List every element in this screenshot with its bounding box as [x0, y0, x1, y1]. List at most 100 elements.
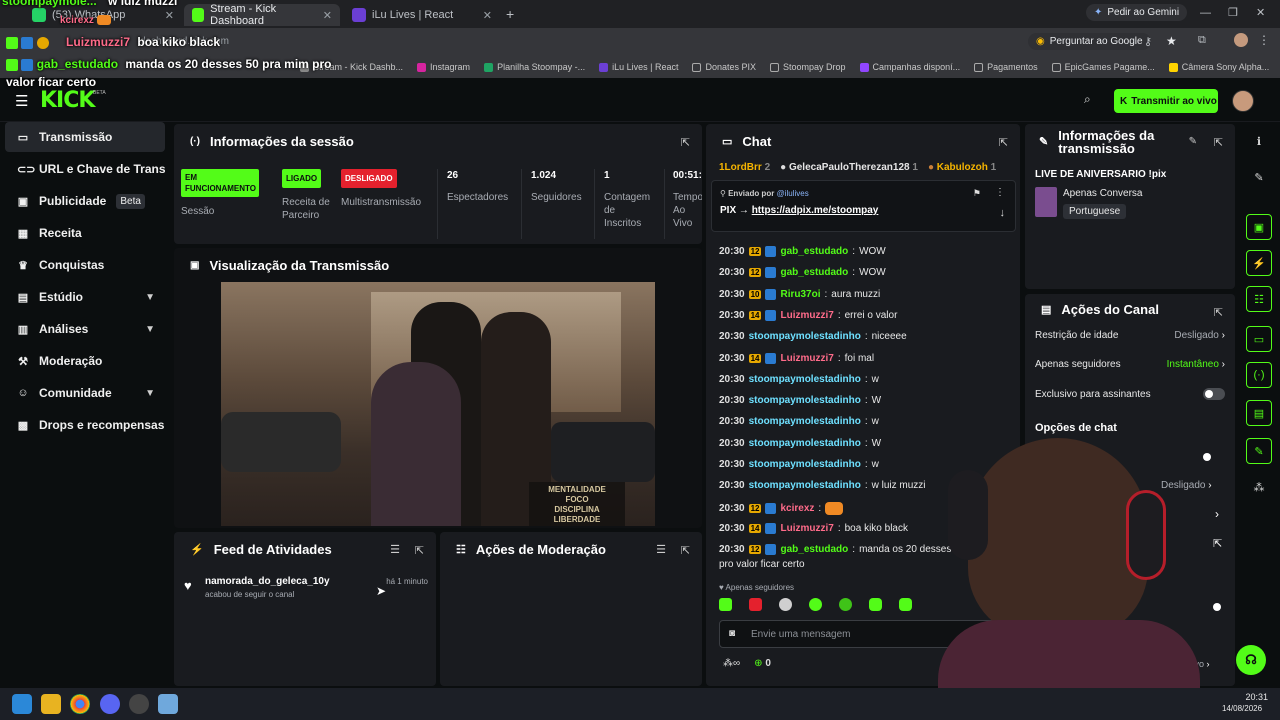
emote-icon[interactable] — [719, 598, 732, 611]
close-icon[interactable]: ✕ — [483, 9, 492, 22]
search-icon[interactable]: ⌕ — [1084, 92, 1091, 107]
activity-user[interactable]: namorada_do_geleca_10y — [205, 576, 330, 587]
minimize-icon[interactable]: — — [1200, 7, 1211, 19]
system-clock[interactable]: 20:31 — [1236, 692, 1268, 703]
bookmark-campanhas[interactable]: Campanhas disponí... — [859, 62, 960, 72]
chat-username[interactable]: Riru37oi — [780, 289, 820, 300]
close-window-icon[interactable]: ✕ — [1256, 6, 1265, 19]
menu-kebab-icon[interactable]: ⋮ — [1258, 33, 1270, 47]
popout-icon[interactable]: ⇱ — [681, 136, 690, 149]
arrow-down-icon[interactable]: ↓ — [1000, 207, 1006, 219]
gifter-item[interactable]: ● GelecaPauloTherezan128 1 — [780, 162, 918, 173]
bookmark-donates[interactable]: Donates PIX — [692, 62, 756, 72]
sidebar-item-drops[interactable]: ▩ Drops e recompensas — [5, 410, 165, 440]
chat-username[interactable]: gab_estudado — [780, 267, 848, 278]
sidebar-item-url-chave[interactable]: ⊂⊃ URL e Chave de Transmissão — [5, 154, 165, 184]
chat-username[interactable]: stoompaymolestadinho — [749, 331, 861, 342]
sidebar-item-comunidade[interactable]: ☺ Comunidade ▼ — [5, 378, 165, 408]
chevron-right-icon[interactable]: › — [1215, 507, 1219, 521]
more-tools-icon[interactable]: ⁂ — [1246, 474, 1272, 500]
password-key-icon[interactable]: ⚷ — [1144, 35, 1152, 48]
sidebar-item-conquistas[interactable]: ♛ Conquistas — [5, 250, 165, 280]
gifter-item[interactable]: ● Kabulozoh 1 — [928, 162, 996, 173]
ask-google-button[interactable]: ◉ Perguntar ao Google — [1028, 33, 1151, 50]
broadcast-signal-icon[interactable]: (·) — [1246, 362, 1272, 388]
sidebar-item-analises[interactable]: ▥ Análises ▼ — [5, 314, 165, 344]
settings-icon[interactable]: ⁂∞ — [723, 658, 740, 669]
obs-icon[interactable] — [129, 694, 149, 714]
setting-row-idade[interactable]: Restrição de idade Desligado › — [1035, 330, 1225, 341]
profile-avatar[interactable] — [1234, 33, 1248, 47]
windows-start-icon[interactable] — [12, 694, 32, 714]
chat-username[interactable]: gab_estudado — [780, 544, 848, 555]
bookmark-camera[interactable]: Câmera Sony Alpha... — [1168, 62, 1269, 72]
points-display[interactable]: ⊕ 0 — [754, 658, 771, 669]
emote-icon[interactable] — [839, 598, 852, 611]
popout-icon[interactable]: ⇱ — [1214, 136, 1223, 149]
pinned-by-user[interactable]: @ilulives — [777, 189, 809, 198]
popout-icon[interactable]: ⇱ — [681, 544, 690, 557]
subscribers-only-toggle[interactable] — [1203, 388, 1225, 400]
filter-icon[interactable]: ☰ — [656, 543, 666, 556]
emote-icon[interactable] — [749, 598, 762, 611]
list-icon[interactable]: ☷ — [1246, 286, 1272, 312]
gemini-button[interactable]: ✦ Pedir ao Gemini — [1086, 4, 1188, 21]
popout-icon[interactable]: ⇱ — [415, 544, 424, 557]
chat-username[interactable]: stoompaymolestadinho — [749, 374, 861, 385]
chat-username[interactable]: kcirexz — [780, 503, 814, 514]
sidebar-item-transmissao[interactable]: ▭ Transmissão — [5, 122, 165, 152]
emote-icon[interactable] — [779, 598, 792, 611]
bookmark-epic[interactable]: EpicGames Pagame... — [1051, 62, 1155, 72]
chat-username[interactable]: stoompaymolestadinho — [749, 459, 861, 470]
sidebar-item-publicidade[interactable]: ▣ Publicidade Beta — [5, 186, 165, 216]
popout-icon[interactable]: ⇱ — [999, 136, 1008, 149]
edit-icon[interactable]: ✎ — [1246, 164, 1272, 190]
sidebar-item-estudio[interactable]: ▤ Estúdio ▼ — [5, 282, 165, 312]
sidebar-item-receita[interactable]: ▦ Receita — [5, 218, 165, 248]
chat-username[interactable]: gab_estudado — [780, 246, 848, 257]
chat-username[interactable]: stoompaymolestadinho — [749, 438, 861, 449]
layout-icon[interactable]: ▣ — [1246, 214, 1272, 240]
bookmark-instagram[interactable]: Instagram — [417, 62, 470, 72]
hamburger-menu-icon[interactable]: ☰ — [15, 92, 28, 110]
popout-icon[interactable]: ⇱ — [1214, 306, 1223, 319]
kick-logo[interactable]: KICK — [40, 88, 95, 113]
new-tab-icon[interactable]: + — [506, 6, 514, 22]
maximize-icon[interactable]: ❐ — [1228, 6, 1238, 19]
stream-category[interactable]: Apenas Conversa — [1063, 188, 1143, 199]
bookmark-drop[interactable]: Stoompay Drop — [770, 62, 846, 72]
stream-video[interactable]: MENTALIDADE FOCO DISCIPLINA LIBERDADE — [221, 282, 655, 526]
chat-username[interactable]: stoompaymolestadinho — [749, 480, 861, 491]
chat-username[interactable]: Luizmuzzi7 — [780, 310, 833, 321]
emote-icon[interactable] — [869, 598, 882, 611]
file-explorer-icon[interactable] — [41, 694, 61, 714]
bookmark-star-icon[interactable]: ★ — [1166, 34, 1177, 48]
app-icon[interactable] — [158, 694, 178, 714]
chrome-icon[interactable] — [70, 694, 90, 714]
pinned-link[interactable]: https://adpix.me/stoompay — [752, 205, 879, 216]
go-live-button[interactable]: K Transmitir ao vivo — [1114, 89, 1218, 113]
setting-row-assinantes[interactable]: Exclusivo para assinantes — [1035, 388, 1225, 400]
support-chat-button[interactable]: ☊ — [1236, 645, 1266, 675]
wrench-icon[interactable]: ✎ — [1246, 438, 1272, 464]
bookmark-ilu[interactable]: iLu Lives | React — [599, 62, 678, 72]
emote-icon[interactable] — [899, 598, 912, 611]
bookmark-planilha[interactable]: Planilha Stoompay -... — [484, 62, 585, 72]
bookmark-pagamentos[interactable]: Pagamentos — [974, 62, 1038, 72]
info-icon[interactable]: ℹ — [1246, 128, 1272, 154]
chat-username[interactable]: Luizmuzzi7 — [780, 353, 833, 364]
extensions-icon[interactable]: ⧉ — [1198, 34, 1206, 47]
chat-username[interactable]: stoompaymolestadinho — [749, 395, 861, 406]
channel-icon[interactable]: ▤ — [1246, 400, 1272, 426]
edit-icon[interactable]: ✎ — [1189, 136, 1197, 147]
chat-username[interactable]: Luizmuzzi7 — [780, 523, 833, 534]
lightning-icon[interactable]: ⚡ — [1246, 250, 1272, 276]
filter-icon[interactable]: ☰ — [390, 543, 400, 556]
chat-username[interactable]: stoompaymolestadinho — [749, 416, 861, 427]
discord-icon[interactable] — [100, 694, 120, 714]
emoji-icon[interactable]: ◙ — [729, 628, 735, 639]
user-avatar[interactable] — [1232, 90, 1254, 112]
gifter-item[interactable]: 1LordBrr 2 — [719, 162, 770, 173]
emote-icon[interactable] — [809, 598, 822, 611]
tab-ilu-lives[interactable]: iLu Lives | React ✕ — [344, 4, 500, 26]
